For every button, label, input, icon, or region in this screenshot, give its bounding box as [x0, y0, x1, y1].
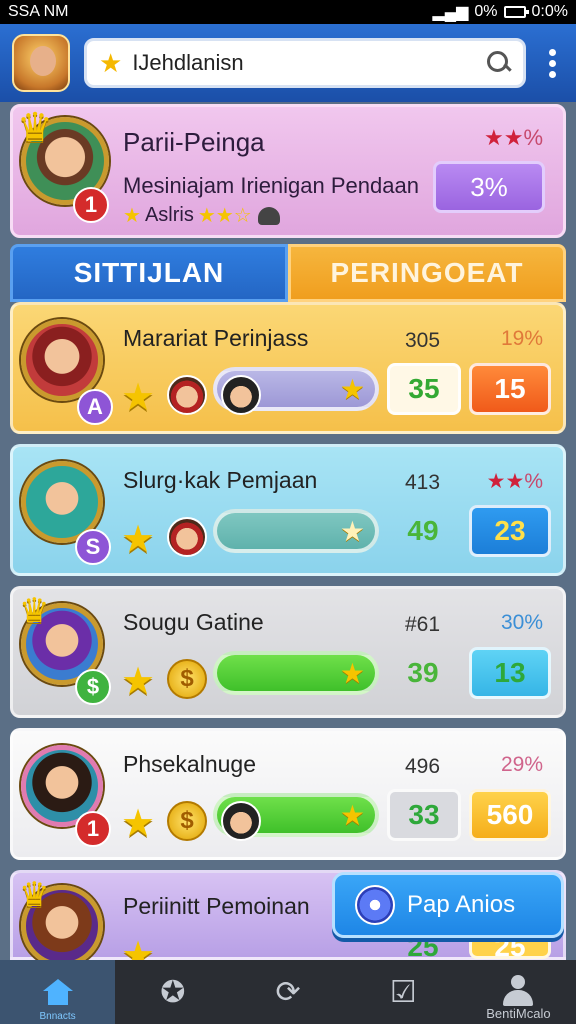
player-card[interactable]: ♛ 1 Parii-Peinga Mesiniajam Irienigan Pe…	[10, 104, 566, 238]
row-name: Slurg·kak Pemjaan	[123, 467, 318, 493]
search-input[interactable]	[132, 50, 477, 76]
row-score: 413	[405, 471, 441, 494]
score-slot-2[interactable]: 23	[469, 505, 551, 557]
more-icon[interactable]	[540, 48, 564, 78]
home-icon	[42, 979, 73, 1005]
row-percent: ★★%	[487, 469, 543, 494]
mini-avatar	[167, 375, 207, 415]
profile-icon	[503, 975, 534, 1009]
row-name: Marariat Perinjass	[123, 325, 309, 351]
progress-track: ★	[213, 651, 379, 695]
nav-leaderboard[interactable]: ✪	[115, 960, 230, 1024]
row-score: #61	[405, 613, 441, 636]
score-slot-2[interactable]: 560	[469, 789, 551, 841]
red-stars-icon: ★★	[486, 470, 525, 493]
row-percent-text: %	[524, 470, 543, 493]
star-icon: ★	[121, 519, 156, 561]
row-name: Phsekalnuge	[123, 751, 256, 777]
play-action-button[interactable]: Pap Anios	[332, 872, 564, 938]
star-person-icon: ✪	[160, 975, 186, 1009]
list-item[interactable]: ♛ $ Sougu Gatine #61 30% ★ $ ★ 39 13	[10, 586, 566, 718]
check-icon: ☑	[389, 975, 417, 1009]
status-bar: SSA NM ▂▄▆ 0% 0:0%	[0, 0, 576, 24]
tab-sittijlan[interactable]: SITTIJLAN	[10, 244, 288, 302]
player-subtitle: Mesiniajam Irienigan Pendaan	[123, 173, 419, 198]
nav-tasks[interactable]: ☑	[346, 960, 461, 1024]
search-icon[interactable]	[487, 51, 511, 75]
player-tag-text: Aslris	[144, 204, 194, 226]
nav-profile-label: BentiMcalo	[486, 1006, 551, 1021]
tab-bar: SITTIJLAN PERINGOEAT	[10, 244, 566, 302]
score-slot-1[interactable]: 39	[387, 647, 459, 699]
list-item[interactable]: A Marariat Perinjass 305 19% ★ ★ 35 15	[10, 302, 566, 434]
star-icon: ★	[339, 516, 365, 547]
diamond-icon	[355, 885, 395, 925]
score-slot-2[interactable]: 15	[469, 363, 551, 415]
player-name: Parii-Peinga	[123, 127, 265, 157]
battery-percent: 0%	[474, 3, 498, 20]
clock: 0:0%	[531, 3, 568, 20]
helmet-icon	[257, 206, 280, 225]
star-icon: ★	[121, 377, 156, 419]
row-name: Sougu Gatine	[123, 609, 264, 635]
row-percent: 19%	[500, 327, 543, 350]
player-rating: ★★%	[484, 125, 543, 151]
app-logo[interactable]	[12, 34, 70, 92]
player-rating-pct: %	[523, 125, 543, 150]
nav-home-label: Bnnacts	[39, 1011, 76, 1022]
list-item[interactable]: 1 Phsekalnuge 496 29% ★ $ ★ 33 560	[10, 728, 566, 860]
player-level-badge: 1	[73, 187, 109, 223]
nav-home[interactable]: Bnnacts	[0, 960, 116, 1024]
bottom-nav: Bnnacts ✪ ⟳ ☑ BentiMcalo	[0, 960, 576, 1024]
score-slot-2[interactable]: 13	[469, 647, 551, 699]
rank-badge: S	[75, 529, 111, 565]
rank-badge: 1	[75, 811, 111, 847]
top-bar: ★	[0, 24, 576, 102]
mini-avatar	[221, 801, 261, 841]
crown-icon: ♛	[19, 876, 50, 914]
mini-avatar	[167, 517, 207, 557]
star-icon: ★	[121, 661, 156, 703]
star-icon: ★	[339, 800, 365, 831]
score-slot-1[interactable]: 35	[387, 363, 461, 415]
nav-profile[interactable]: BentiMcalo	[461, 960, 576, 1024]
list-item[interactable]: S Slurg·kak Pemjaan 413 ★★% ★ ★ 49 23	[10, 444, 566, 576]
score-slot-1[interactable]: 25	[387, 931, 459, 962]
star-icon: ★	[339, 374, 365, 405]
crown-icon: ♛	[17, 106, 53, 150]
play-action-label: Pap Anios	[407, 891, 516, 918]
row-score: 496	[405, 755, 441, 778]
rank-badge: $	[75, 669, 111, 705]
progress-track: ★	[213, 509, 379, 553]
battery-icon	[503, 6, 529, 18]
nav-history[interactable]: ⟳	[230, 960, 345, 1024]
carrier-text: SSA NM	[8, 3, 69, 20]
row-percent: 30%	[500, 611, 543, 634]
score-slot-2[interactable]: 25	[469, 931, 551, 962]
row-score: 305	[405, 329, 441, 352]
refresh-icon: ⟳	[275, 975, 301, 1009]
mini-avatar	[221, 375, 261, 415]
coin-icon: $	[167, 659, 207, 699]
search-bar[interactable]: ★	[84, 38, 526, 88]
rating-stars-icon: ★★☆	[197, 205, 252, 227]
row-percent: 29%	[500, 753, 543, 776]
red-stars-icon: ★★	[483, 125, 524, 150]
player-tag: ★ Aslris ★★☆	[123, 203, 280, 228]
player-percent-button[interactable]: 3%	[433, 161, 545, 213]
signal-icon: ▂▄▆	[432, 4, 469, 21]
star-icon: ★	[121, 803, 156, 845]
row-name: Periinitt Pemoinan	[123, 893, 310, 919]
tab-peringoeat[interactable]: PERINGOEAT	[288, 244, 566, 302]
coin-icon: $	[167, 801, 207, 841]
rank-badge: A	[77, 389, 113, 425]
star-icon: ★	[339, 658, 365, 689]
status-icons: ▂▄▆ 0% 0:0%	[432, 2, 568, 22]
crown-icon: ♛	[19, 592, 50, 630]
star-icon: ★	[123, 205, 141, 227]
score-slot-1[interactable]: 49	[387, 505, 459, 557]
score-slot-1[interactable]: 33	[387, 789, 461, 841]
star-icon: ★	[99, 47, 123, 78]
